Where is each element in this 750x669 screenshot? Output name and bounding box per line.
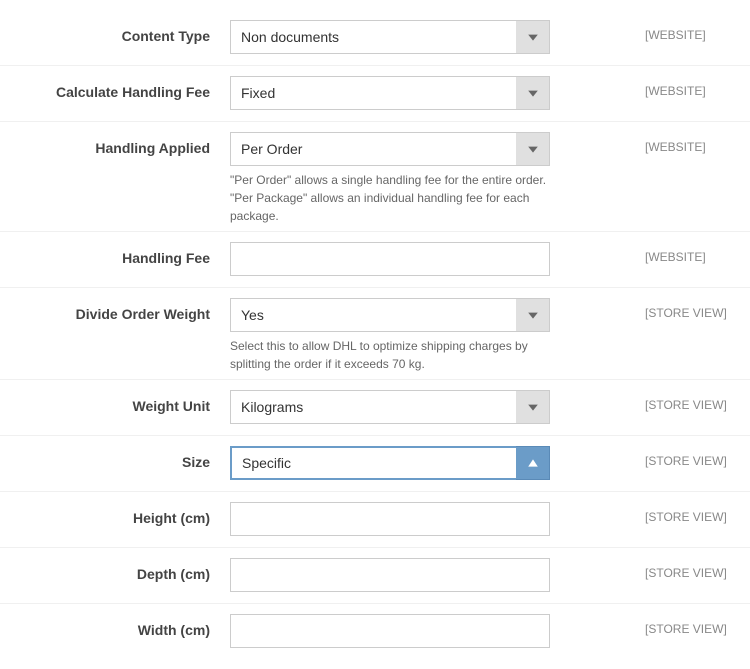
control-calculate-handling-fee: FixedPercent [230, 76, 630, 110]
form-row-depth: Depth (cm) [STORE VIEW] [0, 548, 750, 603]
scope-handling-applied: [WEBSITE] [630, 132, 750, 154]
input-handling-fee[interactable] [230, 242, 550, 276]
form-row-handling-applied: Handling AppliedPer OrderPer Package "Per… [0, 122, 750, 231]
control-content-type: Non documentsDocuments [230, 20, 630, 54]
input-height[interactable] [230, 502, 550, 536]
control-height [230, 502, 630, 536]
form-row-weight-unit: Weight UnitKilogramsPounds [STORE VIEW] [0, 380, 750, 435]
scope-handling-fee: [WEBSITE] [630, 242, 750, 264]
select-wrapper-size: SpecificRegular [230, 446, 550, 480]
label-height: Height (cm) [0, 502, 230, 526]
scope-width: [STORE VIEW] [630, 614, 750, 636]
select-wrapper-handling-applied: Per OrderPer Package [230, 132, 550, 166]
select-wrapper-calculate-handling-fee: FixedPercent [230, 76, 550, 110]
description-handling-applied: "Per Order" allows a single handling fee… [230, 171, 550, 225]
label-divide-order-weight: Divide Order Weight [0, 298, 230, 322]
description-divide-order-weight: Select this to allow DHL to optimize shi… [230, 337, 550, 373]
select-divide-order-weight[interactable]: YesNo [230, 298, 550, 332]
scope-size: [STORE VIEW] [630, 446, 750, 468]
scope-content-type: [WEBSITE] [630, 20, 750, 42]
scope-calculate-handling-fee: [WEBSITE] [630, 76, 750, 98]
select-calculate-handling-fee[interactable]: FixedPercent [230, 76, 550, 110]
select-handling-applied[interactable]: Per OrderPer Package [230, 132, 550, 166]
scope-depth: [STORE VIEW] [630, 558, 750, 580]
shipping-settings-form: Content TypeNon documentsDocuments [WEBSI… [0, 0, 750, 669]
label-width: Width (cm) [0, 614, 230, 638]
input-depth[interactable] [230, 558, 550, 592]
control-handling-fee [230, 242, 630, 276]
form-row-width: Width (cm) [STORE VIEW] [0, 604, 750, 659]
control-width [230, 614, 630, 648]
control-weight-unit: KilogramsPounds [230, 390, 630, 424]
form-row-content-type: Content TypeNon documentsDocuments [WEBSI… [0, 10, 750, 65]
label-handling-fee: Handling Fee [0, 242, 230, 266]
label-handling-applied: Handling Applied [0, 132, 230, 156]
scope-weight-unit: [STORE VIEW] [630, 390, 750, 412]
label-calculate-handling-fee: Calculate Handling Fee [0, 76, 230, 100]
scope-divide-order-weight: [STORE VIEW] [630, 298, 750, 320]
control-handling-applied: Per OrderPer Package "Per Order" allows a… [230, 132, 630, 225]
control-divide-order-weight: YesNo Select this to allow DHL to optimiz… [230, 298, 630, 373]
label-content-type: Content Type [0, 20, 230, 44]
select-size[interactable]: SpecificRegular [230, 446, 550, 480]
select-content-type[interactable]: Non documentsDocuments [230, 20, 550, 54]
form-row-handling-fee: Handling Fee [WEBSITE] [0, 232, 750, 287]
select-wrapper-content-type: Non documentsDocuments [230, 20, 550, 54]
label-size: Size [0, 446, 230, 470]
select-wrapper-weight-unit: KilogramsPounds [230, 390, 550, 424]
form-row-divide-order-weight: Divide Order WeightYesNo Select this to a… [0, 288, 750, 379]
select-wrapper-divide-order-weight: YesNo [230, 298, 550, 332]
form-row-calculate-handling-fee: Calculate Handling FeeFixedPercent [WEBSI… [0, 66, 750, 121]
label-depth: Depth (cm) [0, 558, 230, 582]
input-width[interactable] [230, 614, 550, 648]
control-size: SpecificRegular [230, 446, 630, 480]
form-row-height: Height (cm) [STORE VIEW] [0, 492, 750, 547]
form-row-size: SizeSpecificRegular [STORE VIEW] [0, 436, 750, 491]
control-depth [230, 558, 630, 592]
label-weight-unit: Weight Unit [0, 390, 230, 414]
scope-height: [STORE VIEW] [630, 502, 750, 524]
select-weight-unit[interactable]: KilogramsPounds [230, 390, 550, 424]
